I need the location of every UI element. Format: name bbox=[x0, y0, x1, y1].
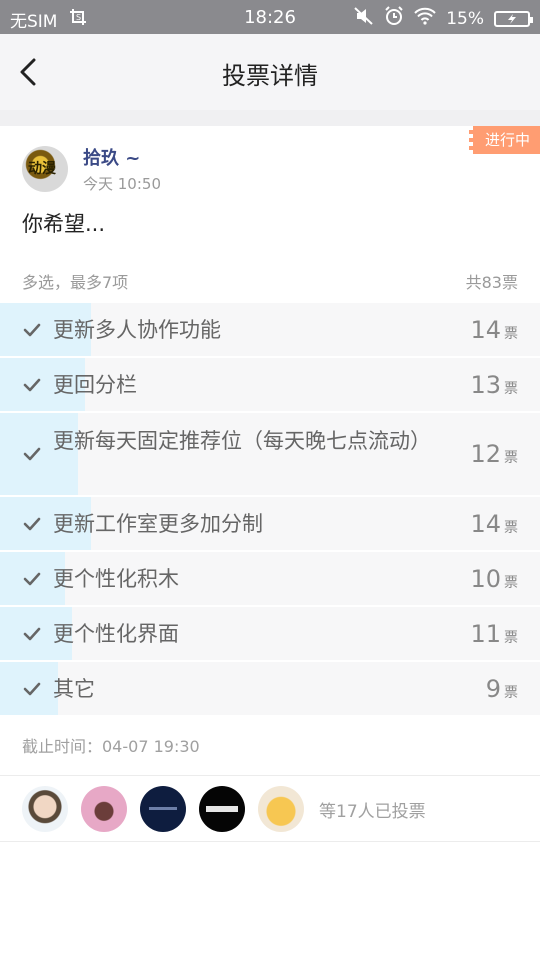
option-unit: 票 bbox=[504, 574, 518, 591]
post-time: 今天 10:50 bbox=[83, 175, 161, 193]
option-count: 11 票 bbox=[470, 620, 518, 648]
voter-avatar[interactable] bbox=[199, 786, 245, 832]
battery-icon bbox=[494, 10, 533, 27]
vote-total: 共83票 bbox=[465, 273, 518, 292]
check-icon bbox=[23, 323, 41, 336]
option-label: 更新每天固定推荐位（每天晚七点流动） bbox=[53, 429, 431, 453]
option-votes: 14 bbox=[470, 315, 501, 344]
voter-list[interactable]: 等17人已投票 bbox=[22, 786, 426, 832]
option-votes: 10 bbox=[470, 564, 501, 593]
check-icon bbox=[23, 682, 41, 695]
check-icon bbox=[23, 627, 41, 640]
option-count: 14 票 bbox=[470, 316, 518, 344]
vote-options: 更新多人协作功能 14 票 更回分栏 13 票 更新每天固定推荐位（每天晚七点流动）… bbox=[0, 303, 540, 717]
vote-option[interactable]: 更回分栏 13 票 bbox=[0, 358, 540, 413]
option-unit: 票 bbox=[504, 450, 518, 466]
page-title: 投票详情 bbox=[222, 62, 318, 90]
option-label: 更回分栏 bbox=[53, 373, 137, 397]
wifi-icon bbox=[414, 7, 436, 30]
check-icon bbox=[23, 517, 41, 530]
option-votes: 14 bbox=[470, 509, 501, 538]
option-count: 13 票 bbox=[470, 371, 518, 399]
voter-avatar[interactable] bbox=[258, 786, 304, 832]
option-count: 12 票 bbox=[470, 440, 518, 468]
mute-icon bbox=[354, 7, 374, 30]
option-unit: 票 bbox=[504, 325, 518, 342]
author-name[interactable]: 拾玖 ~ bbox=[83, 144, 140, 170]
voter-avatar[interactable] bbox=[81, 786, 127, 832]
option-label: 其它 bbox=[53, 677, 95, 701]
vote-option[interactable]: 更新工作室更多加分制 14 票 bbox=[0, 497, 540, 552]
divider bbox=[0, 841, 540, 842]
option-label: 更新多人协作功能 bbox=[53, 318, 221, 342]
option-count: 14 票 bbox=[470, 510, 518, 538]
vote-option[interactable]: 其它 9票 bbox=[0, 662, 540, 717]
nav-bar: 投票详情 bbox=[0, 34, 540, 110]
option-votes: 12 bbox=[470, 440, 501, 468]
status-bar: 无SIM S 18:26 15% bbox=[0, 0, 540, 34]
option-unit: 票 bbox=[504, 519, 518, 536]
option-label: 更新工作室更多加分制 bbox=[53, 512, 263, 536]
vote-option[interactable]: 更新多人协作功能 14 票 bbox=[0, 303, 540, 358]
vote-option[interactable]: 更新每天固定推荐位（每天晚七点流动） 12 票 bbox=[0, 413, 540, 497]
option-label: 更个性化界面 bbox=[53, 622, 179, 646]
option-label: 更个性化积木 bbox=[53, 567, 179, 591]
voter-avatar[interactable] bbox=[140, 786, 186, 832]
check-icon bbox=[23, 447, 41, 461]
vote-rule: 多选，最多7项 bbox=[22, 273, 129, 292]
option-unit: 票 bbox=[504, 380, 518, 397]
option-count: 9票 bbox=[486, 675, 518, 703]
check-icon bbox=[23, 572, 41, 585]
option-count: 10 票 bbox=[470, 565, 518, 593]
option-unit: 票 bbox=[504, 684, 518, 701]
vote-option[interactable]: 更个性化界面 11 票 bbox=[0, 607, 540, 662]
option-votes: 11 bbox=[470, 619, 501, 648]
battery-percent: 15% bbox=[446, 8, 484, 29]
check-icon bbox=[23, 378, 41, 391]
author-avatar[interactable]: 动漫 bbox=[22, 146, 68, 192]
voter-avatar[interactable] bbox=[22, 786, 68, 832]
voter-summary[interactable]: 等17人已投票 bbox=[319, 797, 426, 822]
vote-question: 你希望... bbox=[22, 212, 106, 236]
alarm-icon bbox=[384, 6, 404, 31]
option-unit: 票 bbox=[504, 629, 518, 646]
option-votes: 13 bbox=[470, 370, 501, 399]
deadline-text: 截止时间：04-07 19:30 bbox=[22, 737, 200, 756]
status-badge: 进行中 bbox=[468, 126, 540, 154]
vote-option[interactable]: 更个性化积木 10 票 bbox=[0, 552, 540, 607]
option-votes: 9 bbox=[485, 674, 501, 703]
divider bbox=[0, 775, 540, 776]
section-separator bbox=[0, 110, 540, 126]
